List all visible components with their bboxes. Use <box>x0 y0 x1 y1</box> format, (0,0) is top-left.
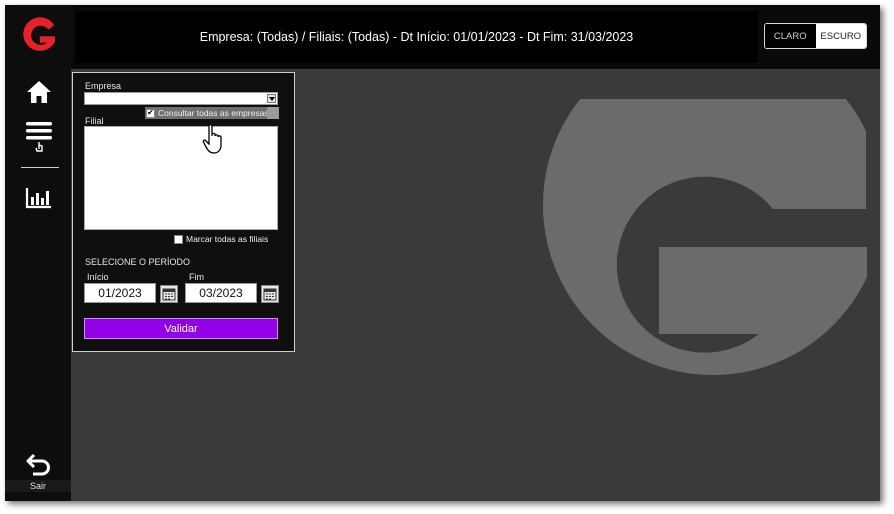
start-date-input[interactable]: 01/2023 <box>84 283 156 303</box>
background-logo <box>543 99 867 376</box>
option-end-box <box>267 107 279 119</box>
all-companies-option[interactable]: ✔ Consultar todas as empresas <box>145 107 279 119</box>
menu-icon <box>26 122 52 152</box>
sidebar-item-home[interactable] <box>19 75 59 109</box>
app-window: Sair Empresa: (Todas) / Filiais: (Todas)… <box>5 5 880 501</box>
sidebar-item-reports[interactable] <box>19 181 59 215</box>
start-label: Início <box>87 272 109 282</box>
chevron-down-icon[interactable] <box>267 94 276 103</box>
sidebar-divider <box>21 167 59 168</box>
all-branches-checkbox[interactable] <box>174 234 183 244</box>
end-date-input[interactable]: 03/2023 <box>185 283 257 303</box>
home-icon <box>27 81 51 103</box>
sidebar: Sair <box>5 5 71 501</box>
bar-chart-icon <box>25 188 51 209</box>
filial-label: Filial <box>85 116 104 126</box>
exit-button[interactable]: Sair <box>5 448 71 492</box>
all-companies-label: Consultar todas as empresas <box>158 108 269 118</box>
exit-label: Sair <box>5 480 71 492</box>
filial-list[interactable] <box>84 126 278 230</box>
brand-logo <box>23 17 55 51</box>
return-arrow-icon <box>26 453 50 476</box>
period-title: SELECIONE O PERÍODO <box>85 257 191 267</box>
main-content: Empresa ✔ Consultar todas as empresas Fi… <box>71 69 880 501</box>
start-calendar-button[interactable] <box>160 285 178 303</box>
theme-dark-button[interactable]: ESCURO <box>815 24 866 48</box>
empresa-select[interactable] <box>84 92 278 105</box>
calendar-icon <box>263 288 277 301</box>
theme-light-button[interactable]: CLARO <box>765 24 816 48</box>
empresa-label: Empresa <box>85 81 122 91</box>
theme-toggle: CLARO ESCURO <box>764 23 867 49</box>
filter-panel: Empresa ✔ Consultar todas as empresas Fi… <box>72 72 295 352</box>
end-label: Fim <box>189 272 204 282</box>
calendar-icon <box>162 288 176 301</box>
all-branches-label: Marcar todas as filiais <box>186 234 269 244</box>
all-companies-checkbox[interactable]: ✔ <box>146 108 155 118</box>
end-calendar-button[interactable] <box>261 285 279 303</box>
hand-cursor-icon <box>202 123 222 154</box>
validate-button[interactable]: Validar <box>84 318 278 339</box>
all-branches-option[interactable]: Marcar todas as filiais <box>174 234 268 244</box>
header-bar: Empresa: (Todas) / Filiais: (Todas) - Dt… <box>75 11 758 63</box>
filter-summary: Empresa: (Todas) / Filiais: (Todas) - Dt… <box>199 30 634 44</box>
sidebar-item-menu[interactable] <box>19 119 59 153</box>
